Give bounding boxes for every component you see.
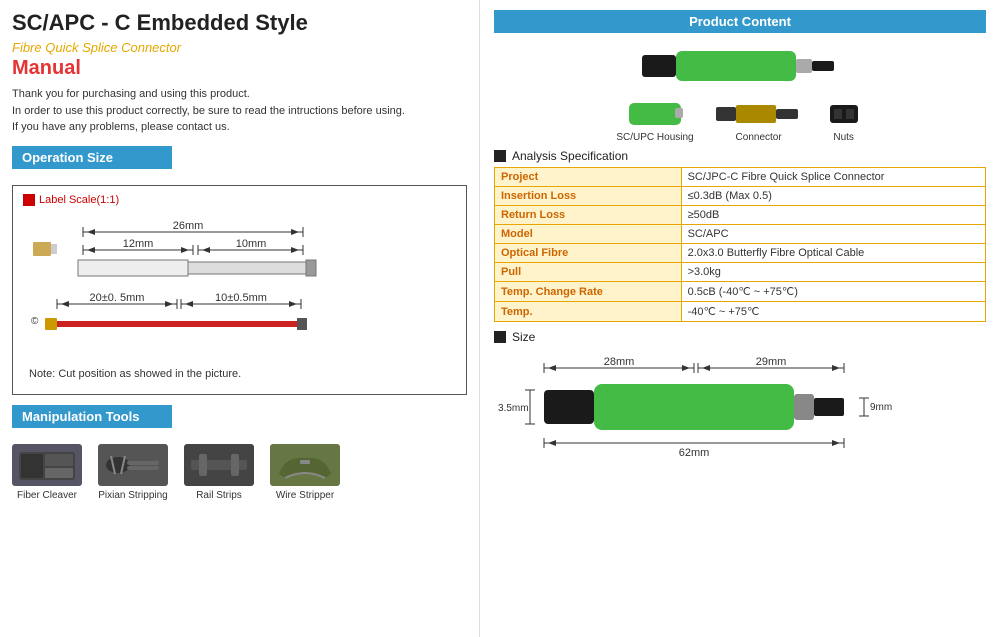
spec-pull-label: Pull bbox=[495, 263, 682, 282]
main-title: SC/APC - C Embedded Style bbox=[12, 10, 467, 36]
assembled-connector-top bbox=[494, 41, 986, 89]
pixian-svg bbox=[103, 446, 163, 484]
tool-fiber-cleaver: Fiber Cleaver bbox=[12, 444, 82, 501]
cut-note: Note: Cut position as showed in the pict… bbox=[29, 368, 456, 380]
part-nuts: Nuts bbox=[824, 97, 864, 143]
svg-text:10±0.5mm: 10±0.5mm bbox=[215, 292, 267, 304]
top-dimension-svg: 26mm 12mm 10mm bbox=[23, 212, 443, 282]
spec-table: Project SC/JPC-C Fibre Quick Splice Conn… bbox=[494, 167, 986, 322]
wire-stripper-label: Wire Stripper bbox=[276, 490, 334, 501]
spec-project-value: SC/JPC-C Fibre Quick Splice Connector bbox=[681, 168, 985, 187]
part-upc-housing: SC/UPC Housing bbox=[616, 97, 693, 143]
spec-temp-change-value: 0.5cB (-40℃ ~ +75℃) bbox=[681, 282, 985, 302]
tool-pixian-stripping: Pixian Stripping bbox=[98, 444, 168, 501]
right-panel: Product Content SC/UPC Housing Connector bbox=[480, 0, 1000, 637]
spec-optical-value: 2.0x3.0 Butterfly Fibre Optical Cable bbox=[681, 244, 985, 263]
table-row: Temp. Change Rate 0.5cB (-40℃ ~ +75℃) bbox=[495, 282, 986, 302]
table-row: Temp. -40℃ ~ +75℃ bbox=[495, 302, 986, 322]
spec-insertion-value: ≤0.3dB (Max 0.5) bbox=[681, 187, 985, 206]
black-square-icon bbox=[494, 150, 506, 162]
tools-row: Fiber Cleaver Pixian Stripping bbox=[12, 444, 467, 501]
pixian-stripping-label: Pixian Stripping bbox=[98, 490, 167, 501]
table-row: Return Loss ≥50dB bbox=[495, 206, 986, 225]
operation-size-box: Label Scale(1:1) 26mm 12mm bbox=[12, 185, 467, 395]
svg-text:29mm: 29mm bbox=[756, 356, 787, 368]
part-connector: Connector bbox=[714, 97, 804, 143]
nuts-svg bbox=[824, 97, 864, 129]
nuts-label: Nuts bbox=[833, 132, 854, 143]
svg-text:62mm: 62mm bbox=[679, 447, 710, 458]
label-scale: Label Scale(1:1) bbox=[23, 194, 456, 206]
spec-label: Analysis Specification bbox=[494, 149, 986, 163]
wire-stripper-svg bbox=[275, 446, 335, 484]
table-row: Pull >3.0kg bbox=[495, 263, 986, 282]
subtitle-manual: Manual bbox=[12, 57, 467, 80]
rail-strips-icon bbox=[184, 444, 254, 486]
svg-text:10mm: 10mm bbox=[236, 238, 267, 250]
spec-temp-change-label: Temp. Change Rate bbox=[495, 282, 682, 302]
upc-housing-svg bbox=[625, 97, 685, 129]
connector-svg bbox=[714, 97, 804, 129]
table-row: Optical Fibre 2.0x3.0 Butterfly Fibre Op… bbox=[495, 244, 986, 263]
svg-text:9mm: 9mm bbox=[870, 402, 892, 413]
svg-text:20±0. 5mm: 20±0. 5mm bbox=[90, 292, 145, 304]
spec-model-value: SC/APC bbox=[681, 225, 985, 244]
operation-size-header: Operation Size bbox=[12, 146, 172, 169]
left-panel: SC/APC - C Embedded Style Fibre Quick Sp… bbox=[0, 0, 480, 637]
size-label: Size bbox=[494, 330, 986, 344]
product-content-header: Product Content bbox=[494, 10, 986, 33]
rail-strips-label: Rail Strips bbox=[196, 490, 242, 501]
table-row: Project SC/JPC-C Fibre Quick Splice Conn… bbox=[495, 168, 986, 187]
size-diagram-svg: 28mm 29mm 3.5mm 9mm 62mm bbox=[494, 348, 984, 458]
fiber-cleaver-svg bbox=[17, 446, 77, 484]
svg-text:3.5mm: 3.5mm bbox=[498, 403, 529, 414]
fiber-cleaver-icon bbox=[12, 444, 82, 486]
operation-size-section: Operation Size bbox=[12, 146, 467, 177]
svg-text:©: © bbox=[31, 316, 39, 327]
black-square-size-icon bbox=[494, 331, 506, 343]
spec-temp-label: Temp. bbox=[495, 302, 682, 322]
size-section: Size 28mm 29mm 3.5mm bbox=[494, 330, 986, 461]
fiber-cleaver-label: Fiber Cleaver bbox=[17, 490, 77, 501]
spec-optical-label: Optical Fibre bbox=[495, 244, 682, 263]
upc-housing-label: SC/UPC Housing bbox=[616, 132, 693, 143]
svg-text:12mm: 12mm bbox=[123, 238, 154, 250]
table-row: Model SC/APC bbox=[495, 225, 986, 244]
rail-strips-svg bbox=[189, 446, 249, 484]
svg-text:26mm: 26mm bbox=[173, 220, 204, 232]
parts-row: SC/UPC Housing Connector Nuts bbox=[494, 97, 986, 143]
bottom-dimension-svg: © 20±0. 5mm 10±0.5mm bbox=[23, 282, 443, 362]
spec-return-value: ≥50dB bbox=[681, 206, 985, 225]
manipulation-tools-section: Manipulation Tools bbox=[12, 405, 467, 436]
spec-insertion-label: Insertion Loss bbox=[495, 187, 682, 206]
tool-rail-strips: Rail Strips bbox=[184, 444, 254, 501]
connector-label: Connector bbox=[736, 132, 782, 143]
svg-text:28mm: 28mm bbox=[604, 356, 635, 368]
spec-pull-value: >3.0kg bbox=[681, 263, 985, 282]
red-square-icon bbox=[23, 194, 35, 206]
spec-project-label: Project bbox=[495, 168, 682, 187]
wire-stripper-icon bbox=[270, 444, 340, 486]
spec-return-label: Return Loss bbox=[495, 206, 682, 225]
subtitle-italic: Fibre Quick Splice Connector bbox=[12, 40, 467, 55]
spec-temp-value: -40℃ ~ +75℃ bbox=[681, 302, 985, 322]
tool-wire-stripper: Wire Stripper bbox=[270, 444, 340, 501]
manipulation-tools-header: Manipulation Tools bbox=[12, 405, 172, 428]
spec-model-label: Model bbox=[495, 225, 682, 244]
table-row: Insertion Loss ≤0.3dB (Max 0.5) bbox=[495, 187, 986, 206]
intro-text: Thank you for purchasing and using this … bbox=[12, 86, 467, 136]
analysis-spec-section: Analysis Specification Project SC/JPC-C … bbox=[494, 149, 986, 322]
assembled-connector-svg bbox=[640, 41, 840, 89]
pixian-stripping-icon bbox=[98, 444, 168, 486]
